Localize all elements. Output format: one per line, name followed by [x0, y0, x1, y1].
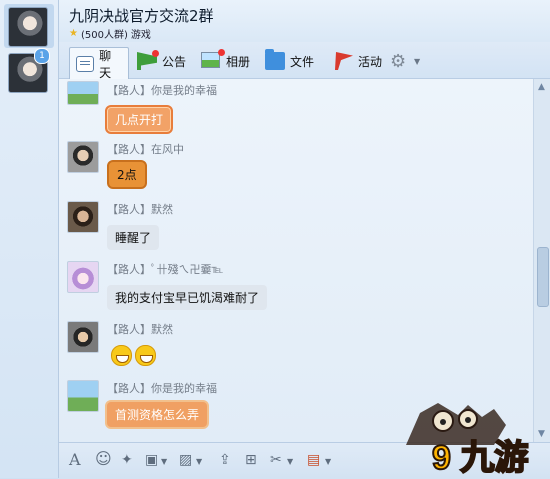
upload-icon[interactable]: ⇪ — [219, 452, 231, 468]
sender-avatar[interactable] — [67, 141, 99, 173]
sender-avatar[interactable] — [67, 201, 99, 233]
message-bubble: 我的支付宝早已饥渴难耐了 — [107, 285, 268, 310]
settings-gear-icon[interactable]: ⚙ — [390, 51, 406, 72]
tab-activity[interactable]: 活动 — [327, 47, 388, 75]
scissors-icon[interactable]: ✂ — [270, 452, 282, 468]
member-count: (500人群) — [80, 30, 128, 41]
sender-name[interactable]: 【路人】你是我的幸福 — [107, 82, 217, 98]
tab-label: 活动 — [358, 54, 383, 69]
chevron-down-icon[interactable]: ▼ — [196, 457, 202, 466]
image-icon[interactable]: ▨ — [179, 452, 192, 468]
grin-emoji-icon — [135, 345, 156, 366]
album-icon — [201, 49, 225, 70]
tab-label: 相册 — [226, 54, 251, 69]
sender-name[interactable]: 【路人】ﾟ卄殘ㄟ卍嫑℡ — [107, 261, 223, 277]
chevron-down-icon[interactable]: ▼ — [287, 457, 293, 466]
chevron-down-icon[interactable]: ▼ — [325, 457, 331, 466]
shake-icon[interactable]: ✦ — [121, 452, 133, 468]
folder-icon — [265, 49, 285, 70]
chat-icon — [76, 55, 95, 72]
emoji-icon[interactable]: ☺ — [95, 449, 112, 468]
tab-bar: 聊天 公告 相册 文件 活动 ⚙ ▼ — [59, 42, 550, 80]
sender-name[interactable]: 【路人】在风中 — [107, 141, 184, 157]
rail-conversation-current[interactable] — [4, 4, 54, 48]
scroll-up-arrow-icon[interactable]: ▲ — [538, 82, 545, 92]
sender-name[interactable]: 【路人】默然 — [107, 321, 173, 337]
gift-icon[interactable]: ▣ — [145, 452, 158, 468]
star-icon: ★ — [69, 28, 78, 39]
scroll-thumb[interactable] — [537, 247, 549, 307]
sender-avatar[interactable] — [67, 380, 99, 412]
chat-scrollbar[interactable]: ▲ ▼ — [533, 79, 550, 442]
tab-label: 文件 — [290, 54, 315, 69]
rail-conversation-other[interactable]: 1 — [4, 48, 54, 94]
notice-icon — [137, 50, 159, 70]
tab-notice[interactable]: 公告 — [131, 47, 192, 75]
tab-label: 聊天 — [99, 48, 112, 80]
chat-header: 九阴决战官方交流2群 ★ (500人群) 游戏 — [59, 0, 550, 42]
tab-files[interactable]: 文件 — [259, 47, 320, 75]
message-bubble: 睡醒了 — [107, 225, 160, 250]
tab-label: 公告 — [162, 54, 187, 69]
unread-badge: 1 — [34, 48, 50, 64]
present-icon[interactable]: ⊞ — [245, 452, 257, 468]
conversation-rail: 1 — [0, 0, 59, 478]
group-category[interactable]: 游戏 — [131, 26, 151, 41]
sender-avatar[interactable] — [67, 81, 99, 105]
jiuyou-watermark-logo: 9 九游 — [406, 403, 529, 475]
chevron-down-icon[interactable]: ▼ — [414, 57, 420, 66]
tab-chat[interactable]: 聊天 — [69, 47, 129, 80]
sender-avatar[interactable] — [67, 261, 99, 293]
group-info: ★ (500人群) 游戏 — [69, 26, 151, 41]
chevron-down-icon[interactable]: ▼ — [161, 457, 167, 466]
message-list: 【路人】你是我的幸福 几点开打 【路人】在风中 2点 【路人】默然 睡醒了 【路… — [59, 79, 533, 442]
message-bubble — [111, 343, 159, 368]
message-bubble: 2点 — [107, 160, 147, 189]
message-bubble: 首测资格怎么弄 — [105, 400, 210, 429]
grin-emoji-icon — [111, 345, 132, 366]
sender-name[interactable]: 【路人】默然 — [107, 201, 173, 217]
font-icon[interactable]: A — [69, 450, 81, 469]
message-bubble: 几点开打 — [105, 105, 174, 134]
sender-name[interactable]: 【路人】你是我的幸福 — [107, 380, 217, 396]
screen-icon[interactable]: ▤ — [307, 452, 320, 468]
tab-album[interactable]: 相册 — [195, 47, 256, 75]
watermark-text: 9 九游 — [432, 439, 528, 475]
group-title[interactable]: 九阴决战官方交流2群 — [69, 5, 214, 26]
flag-icon — [335, 52, 353, 70]
sender-avatar[interactable] — [67, 321, 99, 353]
group-avatar — [8, 7, 48, 47]
